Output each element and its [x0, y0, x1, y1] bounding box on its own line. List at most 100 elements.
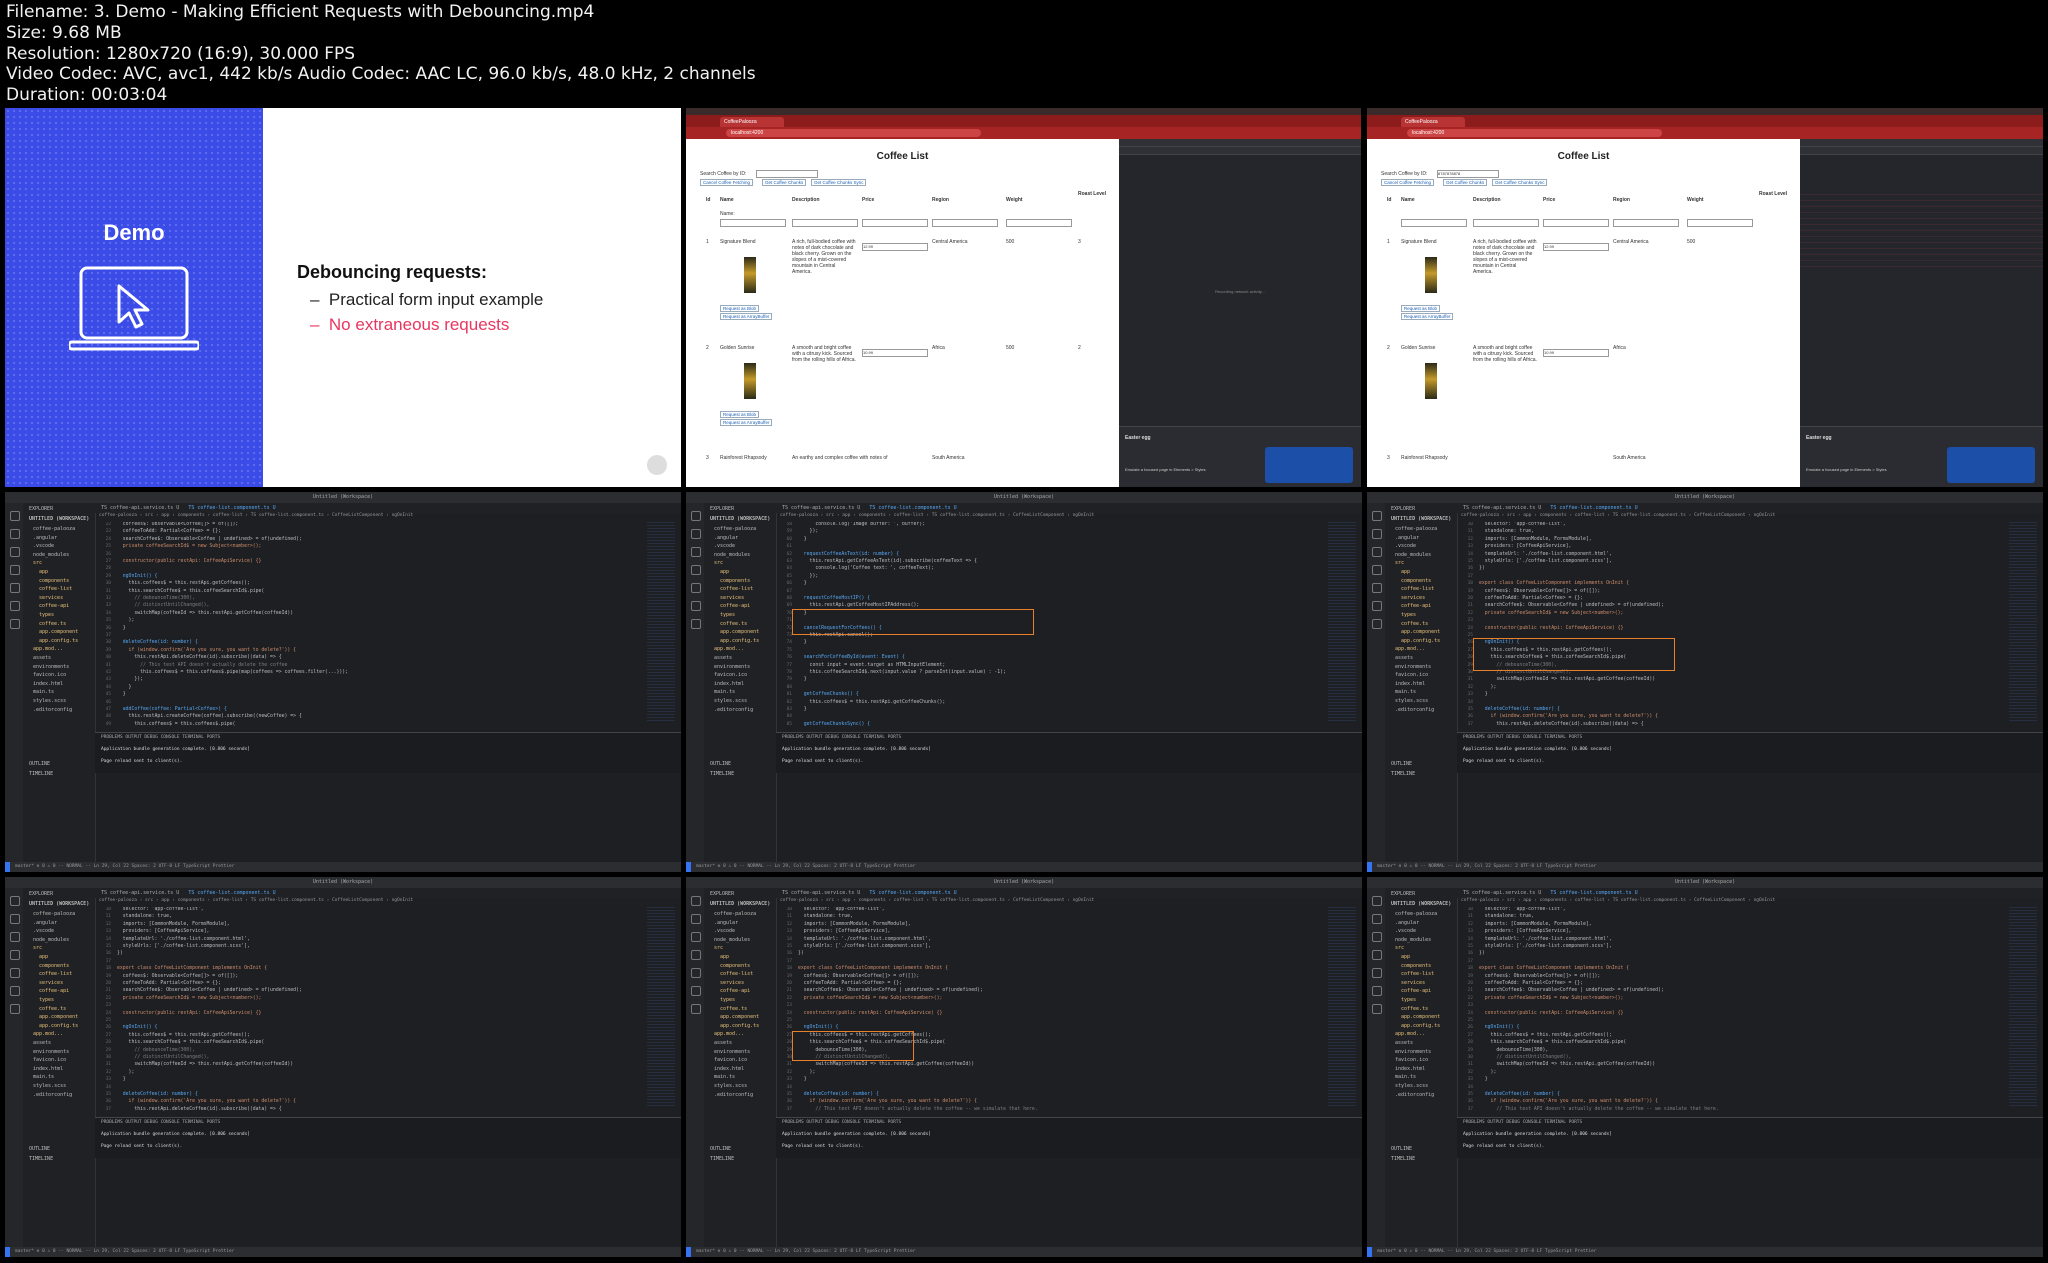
code-editor[interactable]: 10 selector: 'app-coffee-list', 11 standa…: [95, 907, 641, 1117]
tree-item[interactable]: assets: [1395, 1040, 1413, 1046]
panel-tabs[interactable]: PROBLEMS OUTPUT DEBUG CONSOLE TERMINAL P…: [782, 735, 901, 740]
tree-item[interactable]: .editorconfig: [714, 1092, 753, 1098]
devtools-tabs[interactable]: [1119, 139, 1361, 147]
activity-icon[interactable]: [10, 950, 20, 960]
tree-item[interactable]: main.ts: [1395, 1074, 1416, 1080]
outline-section[interactable]: OUTLINE: [710, 1146, 731, 1152]
tab-api-service[interactable]: TS coffee-api.service.ts U: [101, 890, 179, 896]
tree-item[interactable]: node_modules: [714, 937, 750, 943]
code-editor[interactable]: 10 selector: 'app-coffee-list', 11 standa…: [1457, 907, 2003, 1117]
new-desc-input[interactable]: [792, 219, 858, 227]
tree-item[interactable]: .vscode: [714, 543, 735, 549]
timeline-section[interactable]: TIMELINE: [710, 771, 734, 777]
code-editor[interactable]: 58 console.log('Image buffer: ', buffer)…: [776, 522, 1322, 732]
tree-item[interactable]: coffee-list: [39, 971, 72, 977]
request-blob-button[interactable]: Request as Blob: [1401, 305, 1441, 312]
tree-item[interactable]: assets: [33, 1040, 51, 1046]
tab-coffee-list[interactable]: TS coffee-list.component.ts U: [869, 890, 956, 896]
tree-item[interactable]: .vscode: [33, 928, 54, 934]
tree-item[interactable]: coffee-palooza: [714, 526, 756, 532]
minimap[interactable]: [2009, 907, 2037, 1107]
tab-coffee-list[interactable]: TS coffee-list.component.ts U: [188, 505, 275, 511]
tree-item[interactable]: .angular: [714, 535, 738, 541]
tree-item[interactable]: app.mod...: [1395, 1031, 1425, 1037]
new-name-input[interactable]: [1401, 219, 1467, 227]
tab-api-service[interactable]: TS coffee-api.service.ts U: [782, 890, 860, 896]
tree-item[interactable]: components: [39, 578, 69, 584]
tree-item[interactable]: index.html: [1395, 681, 1425, 687]
tree-item[interactable]: app: [39, 954, 48, 960]
activity-icon[interactable]: [1372, 1004, 1382, 1014]
tree-item[interactable]: index.html: [714, 1066, 744, 1072]
timeline-section[interactable]: TIMELINE: [29, 1156, 53, 1162]
tree-item[interactable]: main.ts: [33, 689, 54, 695]
tree-item[interactable]: coffee-list: [1401, 971, 1434, 977]
tree-item[interactable]: .vscode: [1395, 543, 1416, 549]
activity-icon[interactable]: [1372, 932, 1382, 942]
tab-coffee-list[interactable]: TS coffee-list.component.ts U: [1550, 505, 1637, 511]
tree-item[interactable]: assets: [33, 655, 51, 661]
tree-item[interactable]: app.component: [39, 1014, 78, 1020]
tree-item[interactable]: services: [39, 595, 63, 601]
tree-item[interactable]: assets: [714, 1040, 732, 1046]
timeline-section[interactable]: TIMELINE: [1391, 771, 1415, 777]
tree-item[interactable]: coffee-api: [1401, 603, 1431, 609]
tree-item[interactable]: app.config.ts: [720, 1023, 759, 1029]
tab-api-service[interactable]: TS coffee-api.service.ts U: [1463, 505, 1541, 511]
tree-item[interactable]: coffee-palooza: [714, 911, 756, 917]
tree-item[interactable]: coffee.ts: [1401, 621, 1428, 627]
tree-item[interactable]: styles.scss: [714, 1083, 747, 1089]
tree-item[interactable]: coffee-api: [1401, 988, 1431, 994]
code-editor[interactable]: 10 selector: 'app-coffee-list', 11 standa…: [1457, 522, 2003, 732]
tree-item[interactable]: app.config.ts: [39, 1023, 78, 1029]
tree-item[interactable]: .angular: [33, 920, 57, 926]
tree-item[interactable]: .editorconfig: [714, 707, 753, 713]
activity-icon[interactable]: [10, 511, 20, 521]
workspace-root[interactable]: UNTITLED (WORKSPACE): [710, 516, 770, 522]
timeline-section[interactable]: TIMELINE: [29, 771, 53, 777]
tree-item[interactable]: coffee.ts: [720, 621, 747, 627]
tree-item[interactable]: src: [714, 560, 723, 566]
tree-item[interactable]: coffee.ts: [39, 1006, 66, 1012]
activity-icon[interactable]: [1372, 986, 1382, 996]
tree-item[interactable]: .editorconfig: [33, 707, 72, 713]
tree-item[interactable]: .editorconfig: [1395, 1092, 1434, 1098]
tree-item[interactable]: app: [720, 954, 729, 960]
tree-item[interactable]: src: [1395, 945, 1404, 951]
activity-icon[interactable]: [691, 914, 701, 924]
activity-icon[interactable]: [691, 583, 701, 593]
search-input[interactable]: [756, 170, 818, 178]
tree-item[interactable]: favicon.ico: [714, 672, 747, 678]
tab-api-service[interactable]: TS coffee-api.service.ts U: [1463, 890, 1541, 896]
tree-item[interactable]: coffee-api: [39, 988, 69, 994]
tree-item[interactable]: src: [1395, 560, 1404, 566]
tree-item[interactable]: environments: [1395, 664, 1431, 670]
tree-item[interactable]: app.mod...: [1395, 646, 1425, 652]
tree-item[interactable]: app.component: [1401, 629, 1440, 635]
tree-item[interactable]: coffee-palooza: [33, 526, 75, 532]
new-weight-input[interactable]: [1006, 219, 1072, 227]
tree-item[interactable]: node_modules: [33, 552, 69, 558]
tree-item[interactable]: services: [1401, 595, 1425, 601]
tree-item[interactable]: environments: [714, 664, 750, 670]
tree-item[interactable]: app.config.ts: [1401, 638, 1440, 644]
tree-item[interactable]: services: [720, 980, 744, 986]
minimap[interactable]: [1328, 907, 1356, 1107]
activity-icon[interactable]: [691, 601, 701, 611]
panel-tabs[interactable]: PROBLEMS OUTPUT DEBUG CONSOLE TERMINAL P…: [101, 735, 220, 740]
tree-item[interactable]: coffee.ts: [1401, 1006, 1428, 1012]
activity-icon[interactable]: [1372, 601, 1382, 611]
devtools-tabs[interactable]: [1800, 139, 2043, 147]
activity-icon[interactable]: [1372, 619, 1382, 629]
tree-item[interactable]: .vscode: [714, 928, 735, 934]
tree-item[interactable]: assets: [714, 655, 732, 661]
tab-coffee-list[interactable]: TS coffee-list.component.ts U: [1550, 890, 1637, 896]
activity-icon[interactable]: [691, 896, 701, 906]
workspace-root[interactable]: UNTITLED (WORKSPACE): [29, 516, 89, 522]
video-preview-icon[interactable]: [1947, 447, 2035, 483]
tree-item[interactable]: services: [720, 595, 744, 601]
request-arraybuffer-button[interactable]: Request as ArrayBuffer: [720, 419, 773, 426]
tree-item[interactable]: environments: [33, 664, 69, 670]
activity-icon[interactable]: [10, 547, 20, 557]
tree-item[interactable]: types: [1401, 997, 1416, 1003]
